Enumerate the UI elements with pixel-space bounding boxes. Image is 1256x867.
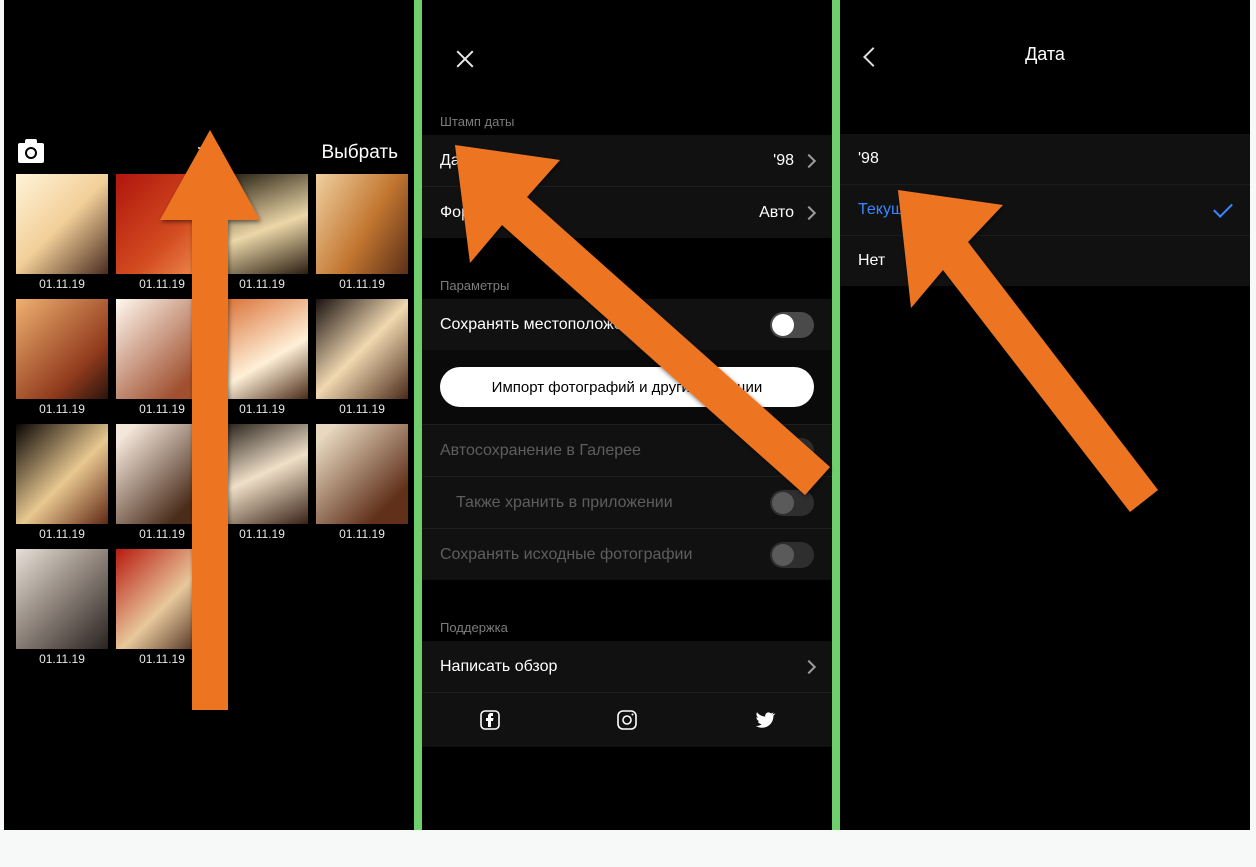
camera-icon[interactable] xyxy=(18,143,44,163)
close-icon[interactable] xyxy=(454,48,476,70)
screen-date-picker: Дата '98 Текущая Нет xyxy=(840,0,1250,830)
photo-date: 01.11.19 xyxy=(216,274,308,297)
photo-thumb[interactable] xyxy=(316,299,408,399)
toggle-save-location[interactable] xyxy=(770,312,814,338)
photo-thumb[interactable] xyxy=(16,174,108,274)
photo-date: 01.11.19 xyxy=(316,524,408,547)
photo-thumb[interactable] xyxy=(216,299,308,399)
photo-date: 01.11.19 xyxy=(116,524,208,547)
screen-settings: Штамп даты Дата '98 Формат Авто Параметр… xyxy=(422,0,832,830)
photo-date: 01.11.19 xyxy=(16,649,108,672)
facebook-icon[interactable] xyxy=(478,708,502,732)
photo-date: 01.11.19 xyxy=(16,274,108,297)
row-date-value: '98 xyxy=(773,152,794,170)
photo-date: 01.11.19 xyxy=(216,399,308,422)
photo-date: 01.11.19 xyxy=(316,274,408,297)
select-button[interactable]: Выбрать xyxy=(321,142,398,164)
photo-thumb[interactable] xyxy=(116,549,208,649)
photo-date: 01.11.19 xyxy=(116,399,208,422)
row-autosave-gallery[interactable]: Автосохранение в Галерее xyxy=(422,424,832,476)
row-write-review-label: Написать обзор xyxy=(440,658,557,676)
row-format[interactable]: Формат Авто xyxy=(422,186,832,238)
photo-thumb[interactable] xyxy=(116,424,208,524)
hamburger-menu-icon[interactable] xyxy=(198,144,220,162)
toggle-save-originals[interactable] xyxy=(770,542,814,568)
section-label-support: Поддержка xyxy=(422,620,832,635)
screen-gallery: Выбрать 01.11.19 01.11.19 01.11.19 01.11… xyxy=(4,0,414,830)
row-autosave-gallery-label: Автосохранение в Галерее xyxy=(440,442,641,460)
section-label-stamp: Штамп даты xyxy=(422,114,832,129)
option-current[interactable]: Текущая xyxy=(840,184,1250,235)
row-save-location[interactable]: Сохранять местоположение xyxy=(422,299,832,350)
gallery-grid: 01.11.19 01.11.19 01.11.19 01.11.19 01.1… xyxy=(16,174,402,674)
instagram-icon[interactable] xyxy=(615,708,639,732)
photo-date: 01.11.19 xyxy=(116,274,208,297)
chevron-right-icon xyxy=(802,153,816,167)
photo-thumb[interactable] xyxy=(116,174,208,274)
twitter-icon[interactable] xyxy=(752,708,776,732)
photo-date: 01.11.19 xyxy=(216,524,308,547)
photo-date: 01.11.19 xyxy=(116,649,208,672)
checkmark-icon xyxy=(1213,198,1233,218)
photo-date: 01.11.19 xyxy=(16,524,108,547)
toggle-autosave-gallery[interactable] xyxy=(770,438,814,464)
social-row xyxy=(422,692,832,747)
photo-thumb[interactable] xyxy=(216,424,308,524)
photo-date: 01.11.19 xyxy=(16,399,108,422)
photo-thumb[interactable] xyxy=(316,174,408,274)
option-none[interactable]: Нет xyxy=(840,235,1250,286)
row-also-store[interactable]: Также хранить в приложении xyxy=(422,476,832,528)
row-also-store-label: Также хранить в приложении xyxy=(456,494,673,512)
photo-thumb[interactable] xyxy=(16,549,108,649)
divider xyxy=(832,0,840,830)
row-date[interactable]: Дата '98 xyxy=(422,135,832,186)
row-date-label: Дата xyxy=(440,152,475,170)
row-format-value: Авто xyxy=(759,204,794,222)
section-label-params: Параметры xyxy=(422,278,832,293)
row-save-location-label: Сохранять местоположение xyxy=(440,316,649,334)
row-format-label: Формат xyxy=(440,204,497,222)
row-write-review[interactable]: Написать обзор xyxy=(422,641,832,692)
gallery-topbar: Выбрать xyxy=(4,136,414,170)
photo-thumb[interactable] xyxy=(316,424,408,524)
row-save-originals-label: Сохранять исходные фотографии xyxy=(440,546,692,564)
photo-thumb[interactable] xyxy=(16,299,108,399)
page-title: Дата xyxy=(840,44,1250,65)
photo-thumb[interactable] xyxy=(116,299,208,399)
toggle-also-store[interactable] xyxy=(770,490,814,516)
row-save-originals[interactable]: Сохранять исходные фотографии xyxy=(422,528,832,580)
photo-date: 01.11.19 xyxy=(316,399,408,422)
chevron-right-icon xyxy=(802,205,816,219)
photo-thumb[interactable] xyxy=(216,174,308,274)
option-98[interactable]: '98 xyxy=(840,134,1250,184)
import-button[interactable]: Импорт фотографий и другие функции xyxy=(440,367,814,407)
chevron-right-icon xyxy=(802,659,816,673)
photo-thumb[interactable] xyxy=(16,424,108,524)
divider xyxy=(414,0,422,830)
